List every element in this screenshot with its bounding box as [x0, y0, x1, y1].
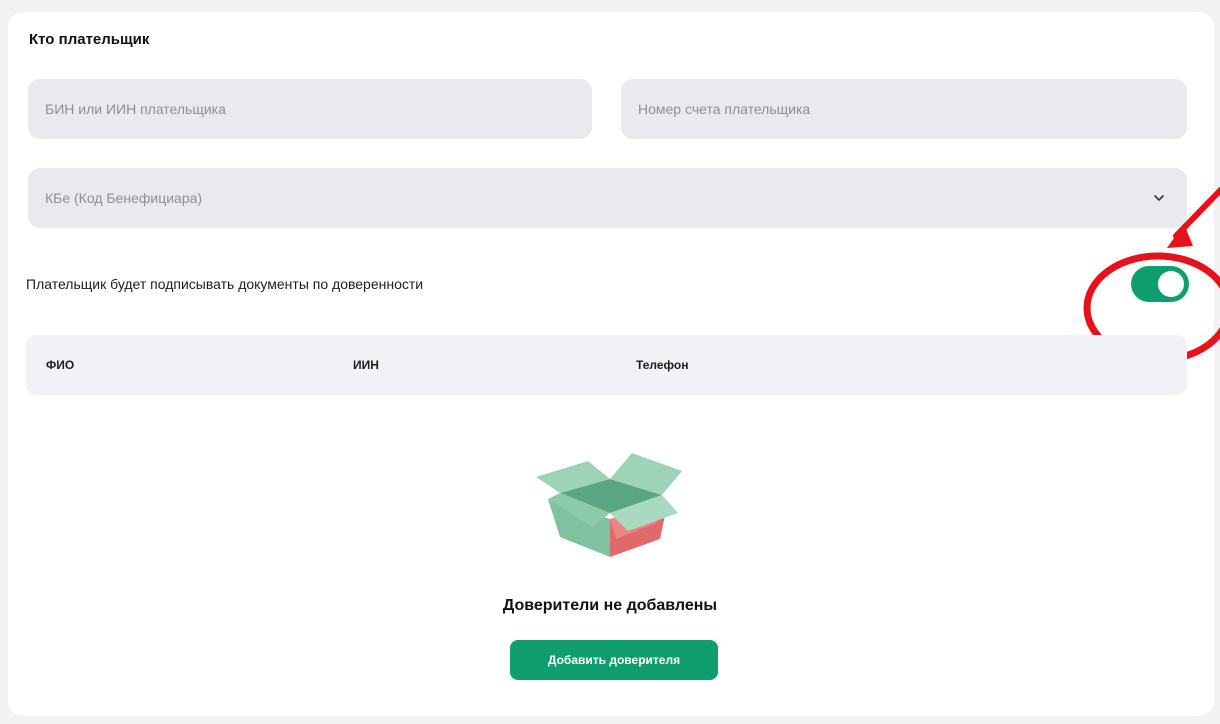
- bin-iin-input[interactable]: БИН или ИИН плательщика: [28, 79, 592, 139]
- column-fio: ФИО: [46, 358, 75, 372]
- kbe-select-label: КБе (Код Бенефициара): [45, 190, 203, 206]
- account-number-input[interactable]: Номер счета плательщика: [621, 79, 1187, 139]
- trustees-table-header: ФИО ИИН Телефон: [26, 335, 1187, 395]
- column-iin: ИИН: [353, 358, 379, 372]
- chevron-down-icon: [1154, 195, 1164, 201]
- toggle-knob: [1158, 271, 1184, 297]
- proxy-toggle[interactable]: [1131, 266, 1189, 302]
- open-box-icon: [536, 453, 682, 557]
- proxy-toggle-label: Плательщик будет подписывать документы п…: [26, 276, 424, 292]
- add-trustee-button[interactable]: Добавить доверителя: [510, 640, 718, 680]
- section-title: Кто плательщик: [29, 31, 150, 48]
- empty-state-message: Доверители не добавлены: [502, 597, 718, 614]
- column-phone: Телефон: [636, 358, 689, 372]
- kbe-select[interactable]: КБе (Код Бенефициара): [28, 168, 1187, 228]
